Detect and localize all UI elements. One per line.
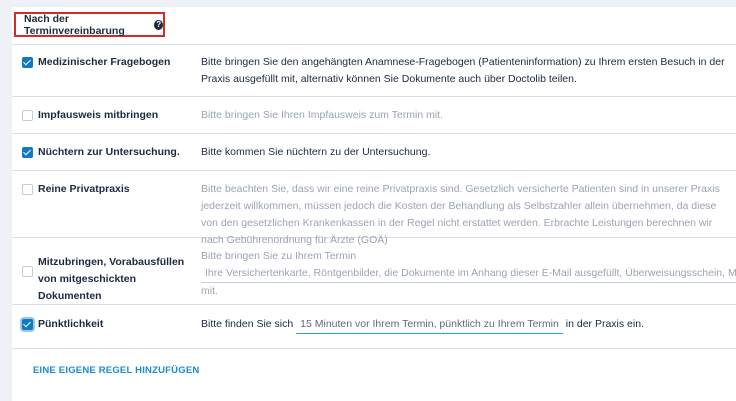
rules-panel: Nach der Terminvereinbarung ? Medizinisc… bbox=[12, 7, 736, 401]
rule-description: Bitte finden Sie sich 15 Minuten vor Ihr… bbox=[201, 316, 731, 334]
documents-input[interactable]: Ihre Versichertenkarte, Röntgenbilder, d… bbox=[201, 265, 736, 283]
rule-description: Bitte kommen Sie nüchtern zu der Untersu… bbox=[201, 146, 431, 158]
rule-title: Nüchtern zur Untersuchung. bbox=[38, 146, 180, 158]
rule-row-medical-questionnaire: Medizinischer Fragebogen Bitte bringen S… bbox=[12, 45, 736, 97]
description-prefix: Bitte bringen Sie zu Ihrem Termin bbox=[201, 250, 357, 262]
rule-checkbox[interactable] bbox=[22, 319, 33, 330]
section-header: Nach der Terminvereinbarung ? bbox=[14, 12, 165, 37]
rule-title: Reine Privatpraxis bbox=[38, 183, 130, 195]
rule-title: Impfausweis mitbringen bbox=[38, 109, 159, 121]
rule-title: Mitzubringen, Vorabausfüllen von mitgesc… bbox=[38, 256, 185, 302]
rule-checkbox[interactable] bbox=[22, 266, 33, 277]
section-title: Nach der Terminvereinbarung bbox=[24, 12, 125, 37]
rule-title: Medizinischer Fragebogen bbox=[38, 56, 171, 68]
add-custom-rule-link[interactable]: EINE EIGENE REGEL HINZUFÜGEN bbox=[33, 365, 199, 376]
rule-checkbox[interactable] bbox=[22, 147, 33, 158]
rule-checkbox[interactable] bbox=[22, 110, 33, 121]
rule-row-vaccination-card: Impfausweis mitbringen Bitte bringen Sie… bbox=[12, 97, 736, 134]
rule-checkbox[interactable] bbox=[22, 57, 33, 68]
rule-description: Bitte bringen Sie Ihren Impfausweis zum … bbox=[201, 109, 443, 121]
arrival-time-input[interactable]: 15 Minuten vor Ihrem Termin, pünktlich z… bbox=[296, 316, 563, 334]
rule-row-punctuality: Pünktlichkeit Bitte finden Sie sich 15 M… bbox=[12, 305, 736, 349]
rule-description: Bitte bringen Sie den angehängten Anamne… bbox=[201, 56, 725, 85]
description-prefix: Bitte finden Sie sich bbox=[201, 318, 294, 330]
rule-checkbox[interactable] bbox=[22, 184, 33, 195]
description-suffix: mit. bbox=[201, 285, 218, 297]
rule-row-documents: Mitzubringen, Vorabausfüllen von mitgesc… bbox=[12, 238, 736, 305]
help-icon[interactable]: ? bbox=[154, 19, 163, 30]
rule-description: Bitte bringen Sie zu Ihrem Termin Ihre V… bbox=[201, 248, 736, 300]
description-suffix: in der Praxis ein. bbox=[565, 318, 644, 330]
rule-title: Pünktlichkeit bbox=[38, 318, 104, 330]
rule-row-fasting: Nüchtern zur Untersuchung. Bitte kommen … bbox=[12, 134, 736, 171]
rule-row-private-practice: Reine Privatpraxis Bitte beachten Sie, d… bbox=[12, 171, 736, 246]
